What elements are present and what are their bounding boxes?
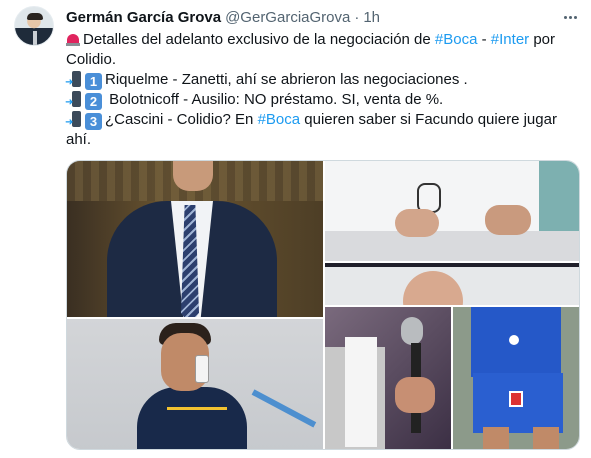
tweet-text: Detalles del adelanto exclusivo de la ne…: [65, 30, 576, 149]
tweet-item-3: 3¿Cascini - Colidio? En #Boca quieren sa…: [65, 110, 576, 132]
hashtag-boca-2[interactable]: #Boca: [258, 111, 301, 128]
avatar[interactable]: [14, 6, 54, 46]
item-text: Bolotnicoff - Ausilio: NO préstamo. SI, …: [105, 90, 444, 108]
photo-tigre-kit[interactable]: [453, 307, 579, 449]
tweet-line-last: ahí.: [66, 130, 92, 148]
photo-riquelme-phone[interactable]: [67, 319, 323, 449]
item-text: quieren saber si Facundo quiere jugar: [300, 110, 557, 128]
tweet: Germán García Grova @GerGarciaGrova · 1h…: [0, 0, 591, 458]
photo-coach-suit[interactable]: [67, 161, 323, 317]
author-name[interactable]: Germán García Grova: [66, 9, 221, 26]
avatar-tie: [33, 31, 37, 45]
tweet-item-2: 2 Bolotnicoff - Ausilio: NO préstamo. SI…: [65, 90, 576, 112]
hashtag-inter[interactable]: #Inter: [491, 31, 529, 48]
text-segment: Detalles del adelanto exclusivo de la ne…: [83, 31, 435, 48]
photo-bald-head[interactable]: [325, 263, 579, 305]
author-handle[interactable]: @GerGarciaGrova: [225, 9, 350, 26]
tweet-line-2: Colidio.: [66, 50, 117, 68]
photo-hands-table[interactable]: [325, 161, 579, 261]
avatar-hair: [27, 13, 43, 20]
tweet-header: Germán García Grova @GerGarciaGrova · 1h: [66, 7, 380, 27]
photo-microphone[interactable]: [325, 307, 451, 449]
tweet-line-1: Detalles del adelanto exclusivo de la ne…: [66, 30, 576, 50]
more-options-icon[interactable]: [558, 8, 582, 26]
text-segment: por: [529, 31, 556, 48]
phone-icon: [65, 90, 84, 112]
phone-icon: [65, 70, 84, 92]
item-text: Riquelme - Zanetti, ahí se abrieron las …: [105, 70, 468, 88]
media-grid: [66, 160, 580, 450]
tweet-item-1: 1Riquelme - Zanetti, ahí se abrieron las…: [65, 70, 576, 92]
keycap-3-icon: 3: [85, 112, 102, 130]
siren-icon: [66, 32, 80, 46]
tweet-time[interactable]: 1h: [363, 9, 380, 26]
phone-icon: [65, 110, 84, 132]
hashtag-boca[interactable]: #Boca: [435, 31, 478, 48]
separator-dot: ·: [354, 8, 360, 26]
text-segment: -: [477, 31, 491, 48]
item-text: ¿Cascini - Colidio? En: [105, 110, 258, 128]
keycap-1-icon: 1: [85, 72, 102, 90]
keycap-2-icon: 2: [85, 92, 102, 110]
